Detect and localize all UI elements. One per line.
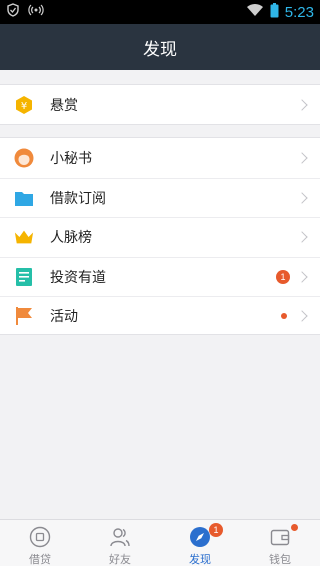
flag-icon	[14, 306, 34, 326]
clock: 5:23	[284, 3, 314, 21]
tab-label: 借贷	[29, 553, 51, 566]
page-title: 发现	[143, 39, 177, 60]
wallet-icon	[269, 526, 291, 548]
friends-icon	[109, 526, 131, 548]
tab-friends[interactable]: 好友	[80, 520, 160, 566]
unread-dot	[281, 313, 287, 320]
menu-item-reward[interactable]: ¥ 悬赏	[0, 85, 320, 124]
menu-item-activity[interactable]: 活动	[0, 296, 320, 336]
broadcast-icon	[28, 3, 44, 21]
nav-bar: 发现	[0, 24, 320, 70]
unread-dot	[291, 524, 298, 531]
menu-item-label: 小秘书	[50, 150, 92, 167]
menu-item-label: 活动	[50, 309, 78, 326]
shield-icon	[6, 3, 20, 21]
reward-yen-icon: ¥	[14, 95, 34, 115]
folder-icon	[14, 188, 34, 208]
loan-icon	[29, 526, 51, 548]
menu-item-network-rank[interactable]: 人脉榜	[0, 217, 320, 257]
chevron-right-icon	[296, 98, 308, 111]
chevron-right-icon	[296, 310, 308, 322]
tab-label: 钱包	[269, 553, 291, 566]
notification-badge: 1	[276, 269, 290, 284]
tab-wallet[interactable]: 钱包	[240, 520, 320, 566]
svg-text:¥: ¥	[21, 101, 27, 112]
menu-item-loan-subscription[interactable]: 借款订阅	[0, 177, 320, 218]
menu-item-investment[interactable]: 投资有道 1	[0, 256, 320, 297]
status-bar: 5:23	[0, 0, 320, 24]
menu-item-label: 人脉榜	[50, 230, 92, 247]
menu-item-label: 借款订阅	[50, 190, 106, 207]
menu-item-label: 悬赏	[50, 97, 78, 114]
wifi-icon	[246, 3, 264, 21]
menu-group-reward: ¥ 悬赏	[0, 84, 320, 125]
tab-label: 发现	[189, 553, 211, 566]
tab-bar: 借贷 好友 1 发现 钱包	[0, 519, 320, 566]
chevron-right-icon	[296, 231, 308, 243]
tab-discover[interactable]: 1 发现	[160, 520, 240, 566]
menu-item-secretary[interactable]: 小秘书	[0, 138, 320, 178]
tab-label: 好友	[109, 553, 131, 566]
chevron-right-icon	[296, 271, 308, 283]
document-icon	[14, 267, 34, 287]
notification-badge: 1	[209, 523, 223, 537]
chevron-right-icon	[296, 192, 308, 204]
menu-group-main: 小秘书 借款订阅 人脉榜 投资有道 1 活动	[0, 137, 320, 335]
tab-loan[interactable]: 借贷	[0, 520, 80, 566]
crown-icon	[14, 227, 34, 247]
menu-item-label: 投资有道	[50, 269, 106, 286]
compass-icon	[189, 526, 211, 548]
battery-icon	[270, 2, 279, 22]
secretary-avatar-icon	[14, 148, 34, 168]
chevron-right-icon	[296, 152, 308, 164]
